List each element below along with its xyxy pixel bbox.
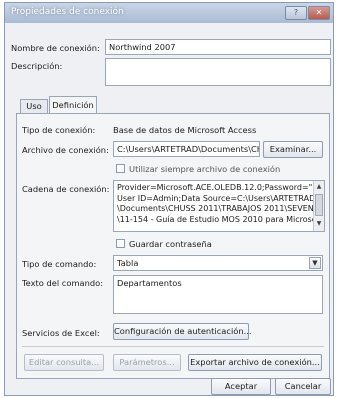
cancel-button[interactable]: Cancelar bbox=[275, 378, 331, 395]
tab-definicion[interactable]: Definición bbox=[49, 96, 97, 114]
close-button[interactable]: ✕ bbox=[308, 6, 330, 20]
excel-services-label: Servicios de Excel: bbox=[22, 328, 100, 338]
connection-string-textarea[interactable]: Provider=Microsoft.ACE.OLEDB.12.0;Passwo… bbox=[113, 180, 325, 232]
connection-string-label: Cadena de conexión: bbox=[22, 184, 110, 194]
connection-type-value: Base de datos de Microsoft Access bbox=[113, 125, 257, 135]
scroll-thumb[interactable] bbox=[315, 194, 323, 216]
browse-button[interactable]: Examinar... bbox=[263, 141, 323, 158]
scroll-down-arrow-icon[interactable]: ▼ bbox=[315, 219, 323, 229]
connection-string-line: \11-154 - Guía de Estudio MOS 2010 para … bbox=[117, 214, 323, 224]
description-input[interactable] bbox=[105, 58, 331, 86]
export-connection-file-button[interactable]: Exportar archivo de conexión... bbox=[188, 354, 322, 371]
title-bar: Propiedades de conexión ? ✕ bbox=[5, 3, 333, 23]
command-text-textarea[interactable]: Departamentos bbox=[113, 275, 323, 314]
save-password-checkbox[interactable] bbox=[116, 239, 125, 248]
separator bbox=[22, 346, 324, 347]
always-use-file-label: Utilizar siempre archivo de conexión bbox=[129, 164, 281, 174]
connection-name-input[interactable]: Northwind 2007 bbox=[105, 39, 331, 55]
parameters-button[interactable]: Parámetros... bbox=[113, 354, 181, 371]
chevron-down-icon[interactable]: ▼ bbox=[309, 257, 321, 269]
scroll-up-arrow-icon[interactable]: ▲ bbox=[315, 182, 323, 192]
always-use-file-checkbox[interactable] bbox=[116, 164, 125, 173]
connection-string-line: Provider=Microsoft.ACE.OLEDB.12.0;Passwo… bbox=[117, 183, 319, 192]
connection-name-label: Nombre de conexión: bbox=[11, 43, 100, 53]
connection-string-line: \Documents\CHUSS 2011\TRABAJOS 2011\SEVE… bbox=[117, 204, 324, 213]
connection-properties-dialog: Propiedades de conexión ? ✕ Nombre de co… bbox=[4, 2, 334, 396]
command-type-value: Tabla bbox=[117, 258, 139, 268]
description-label: Descripción: bbox=[11, 61, 63, 71]
help-button[interactable]: ? bbox=[285, 6, 307, 20]
connection-string-scrollbar[interactable]: ▲ ▼ bbox=[313, 181, 324, 231]
save-password-label: Guardar contraseña bbox=[129, 239, 212, 249]
command-type-select[interactable]: Tabla ▼ bbox=[113, 255, 323, 271]
connection-type-label: Tipo de conexión: bbox=[22, 125, 96, 135]
edit-query-button[interactable]: Editar consulta... bbox=[24, 354, 104, 371]
accept-button[interactable]: Aceptar bbox=[211, 378, 271, 395]
authentication-settings-button[interactable]: Configuración de autenticación... bbox=[113, 323, 252, 340]
connection-file-input[interactable]: C:\Users\ARTETRAD\Documents\CHUSS bbox=[113, 141, 260, 157]
connection-file-label: Archivo de conexión: bbox=[22, 145, 109, 155]
command-text-label: Texto del comando: bbox=[22, 278, 104, 288]
dialog-title: Propiedades de conexión bbox=[11, 7, 124, 17]
definition-panel: Tipo de conexión: Base de datos de Micro… bbox=[16, 113, 330, 379]
command-type-label: Tipo de comando: bbox=[22, 259, 97, 269]
connection-string-line: User ID=Admin;Data Source=C:\Users\ARTET… bbox=[117, 193, 316, 203]
tab-uso[interactable]: Uso bbox=[20, 99, 48, 114]
